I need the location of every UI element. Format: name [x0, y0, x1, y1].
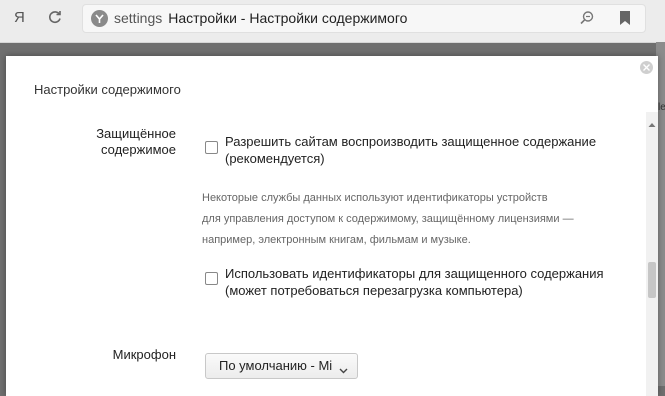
- content-settings-dialog: Настройки содержимого Защищённое содержи…: [6, 56, 658, 396]
- option2-line2: (может потребоваться перезагрузка компью…: [225, 283, 523, 298]
- search-icon[interactable]: [579, 10, 595, 30]
- protected-content-label-line1: Защищённое: [96, 126, 176, 141]
- dialog-title: Настройки содержимого: [34, 82, 181, 97]
- dialog-scrollbar[interactable]: [646, 112, 658, 396]
- microphone-selected-value: По умолчанию - Mi: [219, 358, 333, 373]
- protected-content-note: Некоторые службы данных используют идент…: [202, 188, 622, 251]
- allow-protected-content-checkbox[interactable]: [205, 141, 218, 154]
- allow-protected-content-label[interactable]: Разрешить сайтам воспроизводить защищенн…: [225, 133, 625, 167]
- yandex-logo[interactable]: Я: [14, 9, 25, 26]
- scroll-up-arrow-icon[interactable]: [648, 113, 656, 132]
- option1-line2: (рекомендуется): [225, 151, 325, 166]
- option1-line1: Разрешить сайтам воспроизводить защищенн…: [225, 134, 597, 149]
- address-bar[interactable]: settings Настройки - Настройки содержимог…: [82, 4, 646, 33]
- address-site: settings: [114, 10, 163, 26]
- protected-content-label-line2: содержимое: [101, 142, 176, 157]
- microphone-label: Микрофон: [112, 347, 176, 362]
- address-text[interactable]: settings Настройки - Настройки содержимог…: [114, 10, 407, 26]
- note-line: Некоторые службы данных используют идент…: [202, 192, 548, 204]
- address-title: Настройки - Настройки содержимого: [168, 10, 408, 26]
- microphone-select[interactable]: По умолчанию - Mi: [205, 353, 358, 379]
- reload-icon[interactable]: [47, 9, 63, 25]
- use-identifiers-label[interactable]: Использовать идентификаторы для защищенн…: [225, 265, 625, 299]
- yandex-badge-icon[interactable]: [91, 10, 108, 27]
- use-identifiers-checkbox[interactable]: [205, 272, 218, 285]
- protected-content-label: Защищённое содержимое: [66, 126, 176, 158]
- note-line: например, электронным книгам, фильмам и …: [202, 234, 471, 246]
- note-line: для управления доступом к содержимому, з…: [202, 213, 574, 225]
- bookmark-icon[interactable]: [619, 10, 631, 30]
- scrollbar-thumb[interactable]: [648, 262, 656, 298]
- browser-toolbar: Я settings Настройки - Настройки содержим…: [0, 0, 665, 43]
- option2-line1: Использовать идентификаторы для защищенн…: [225, 266, 604, 281]
- chevron-down-icon[interactable]: [339, 362, 348, 377]
- background-page-text: le: [658, 102, 665, 113]
- close-icon[interactable]: [640, 61, 653, 74]
